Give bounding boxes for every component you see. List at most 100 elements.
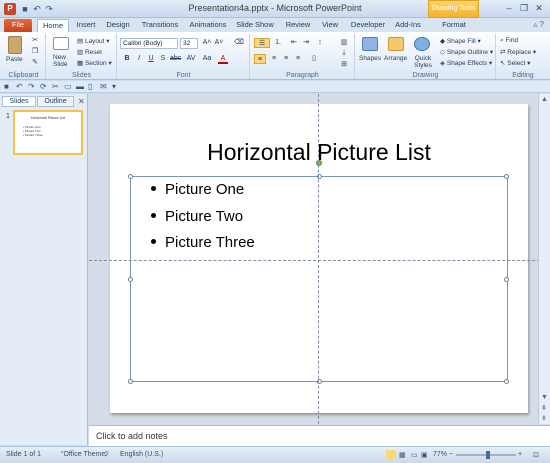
tab-insert[interactable]: Insert <box>72 19 100 32</box>
resize-handle[interactable] <box>504 277 509 282</box>
minimize-icon[interactable]: – <box>503 3 515 14</box>
scroll-up-icon[interactable]: ▲ <box>541 96 548 103</box>
language-indicator[interactable]: English (U.S.) <box>120 451 163 458</box>
shapes-button[interactable]: Shapes <box>359 55 381 62</box>
zoom-slider-thumb[interactable] <box>486 451 490 459</box>
help-icon[interactable]: ▵ ? <box>533 20 544 29</box>
save-icon[interactable]: ■ <box>4 82 9 91</box>
section-button[interactable]: ▦ Section ▾ <box>77 59 112 67</box>
tab-transitions[interactable]: Transitions <box>138 19 182 32</box>
repeat-icon[interactable]: ⟳ <box>40 82 47 91</box>
numbering-icon[interactable]: ⒈ <box>273 38 283 48</box>
reading-view-icon[interactable]: ▭ <box>411 451 418 459</box>
shape-outline-button[interactable]: ◇ Shape Outline ▾ <box>440 48 493 56</box>
close-icon[interactable]: ✕ <box>533 3 545 14</box>
replace-button[interactable]: ⇄ Replace ▾ <box>500 48 536 56</box>
line-spacing-icon[interactable]: ↕ <box>315 38 325 48</box>
open-icon[interactable]: ▬ <box>76 82 84 91</box>
horizontal-guide[interactable] <box>89 260 550 261</box>
arrange-icon[interactable] <box>388 37 404 51</box>
spacing-icon[interactable]: AV <box>186 54 196 64</box>
shadow-icon[interactable]: S <box>158 54 168 64</box>
grow-font-icon[interactable]: A˄ <box>202 38 212 48</box>
print-icon[interactable]: ▯ <box>88 82 92 91</box>
slide-canvas[interactable]: Horizontal Picture List Picture One Pict… <box>110 104 528 413</box>
resize-handle[interactable] <box>128 277 133 282</box>
zoom-out-icon[interactable]: − <box>449 451 453 458</box>
tab-slide-show[interactable]: Slide Show <box>234 19 276 32</box>
shapes-icon[interactable] <box>362 37 378 51</box>
paste-icon[interactable] <box>8 36 22 54</box>
font-color-icon[interactable]: A <box>218 54 228 64</box>
underline-icon[interactable]: U <box>146 54 156 64</box>
new-slide-icon[interactable] <box>53 37 69 50</box>
zoom-level[interactable]: 77% <box>433 451 447 458</box>
cut-icon[interactable]: ✂ <box>30 36 40 46</box>
format-painter-icon[interactable]: ✎ <box>30 58 40 68</box>
smartart-icon[interactable]: ⊞ <box>339 60 349 70</box>
tab-slides-pane[interactable]: Slides <box>2 96 36 107</box>
resize-handle[interactable] <box>504 174 509 179</box>
justify-icon[interactable]: ≡ <box>293 54 303 64</box>
font-name-box[interactable]: Calibri (Body) <box>120 38 178 49</box>
new-slide-button[interactable]: New Slide <box>53 54 73 68</box>
tab-review[interactable]: Review <box>283 19 313 32</box>
normal-view-icon[interactable] <box>386 450 396 459</box>
bullets-icon[interactable]: ☰ <box>254 38 270 48</box>
slide-thumbnail[interactable]: Horizontal Picture List • Picture One • … <box>13 110 83 155</box>
align-right-icon[interactable]: ≡ <box>281 54 291 64</box>
shrink-font-icon[interactable]: A˅ <box>214 38 224 48</box>
close-pane-icon[interactable]: ✕ <box>78 97 85 106</box>
tab-home[interactable]: Home <box>37 19 69 32</box>
resize-handle[interactable] <box>128 379 133 384</box>
tab-design[interactable]: Design <box>103 19 133 32</box>
bullet-item[interactable]: Picture Three <box>151 234 255 251</box>
select-button[interactable]: ↖ Select ▾ <box>500 59 530 67</box>
vertical-scrollbar[interactable]: ▲ ▼ ⇞ ⇟ <box>538 94 550 424</box>
new-icon[interactable]: ▭ <box>64 82 72 91</box>
previous-slide-icon[interactable]: ⇞ <box>541 404 547 412</box>
next-slide-icon[interactable]: ⇟ <box>541 414 547 422</box>
fit-slide-icon[interactable]: ⊡ <box>533 451 539 459</box>
undo-icon[interactable]: ↶ <box>16 82 23 91</box>
align-center-icon[interactable]: ≡ <box>269 54 279 64</box>
layout-button[interactable]: ▤ Layout ▾ <box>77 37 110 45</box>
slide-sorter-icon[interactable]: ▦ <box>399 451 406 459</box>
shape-fill-button[interactable]: ◆ Shape Fill ▾ <box>440 37 481 45</box>
email-icon[interactable]: ✉ <box>100 82 107 91</box>
restore-icon[interactable]: ❐ <box>518 3 530 14</box>
redo-icon[interactable]: ↷ <box>28 82 35 91</box>
decrease-indent-icon[interactable]: ⇤ <box>289 38 299 48</box>
rotation-handle[interactable] <box>316 160 322 166</box>
tab-file[interactable]: File <box>4 19 32 32</box>
paste-button[interactable]: Paste <box>6 56 23 63</box>
bold-icon[interactable]: B <box>122 54 132 64</box>
columns-icon[interactable]: ▥ <box>339 38 349 48</box>
vertical-guide[interactable] <box>318 94 319 424</box>
reset-button[interactable]: ▥ Reset <box>77 48 102 56</box>
font-size-box[interactable]: 32 <box>180 38 198 49</box>
quick-styles-icon[interactable] <box>414 37 430 51</box>
resize-handle[interactable] <box>504 379 509 384</box>
quick-styles-button[interactable]: Quick Styles <box>411 55 435 69</box>
copy-icon[interactable]: ❐ <box>30 47 40 57</box>
tab-animations[interactable]: Animations <box>186 19 230 32</box>
italic-icon[interactable]: I <box>134 54 144 64</box>
increase-indent-icon[interactable]: ⇥ <box>301 38 311 48</box>
tab-format[interactable]: Format <box>436 19 472 32</box>
bullet-item[interactable]: Picture Two <box>151 208 243 225</box>
cut-icon[interactable]: ✂ <box>52 82 59 91</box>
scroll-down-icon[interactable]: ▼ <box>541 394 548 401</box>
clear-format-icon[interactable]: ⌫ <box>234 38 244 48</box>
arrange-button[interactable]: Arrange <box>384 55 407 62</box>
notes-pane[interactable]: Click to add notes <box>89 425 550 446</box>
tab-add-ins[interactable]: Add-Ins <box>392 19 424 32</box>
align-left-icon[interactable]: ≡ <box>254 54 266 64</box>
customize-qat-icon[interactable]: ▾ <box>112 82 116 91</box>
zoom-in-icon[interactable]: + <box>518 451 522 458</box>
text-direction-icon[interactable]: ⤓ <box>339 48 349 58</box>
tab-outline-pane[interactable]: Outline <box>37 96 74 107</box>
bullet-item[interactable]: Picture One <box>151 181 244 198</box>
find-button[interactable]: ⌕ Find <box>500 37 518 45</box>
tab-view[interactable]: View <box>318 19 342 32</box>
